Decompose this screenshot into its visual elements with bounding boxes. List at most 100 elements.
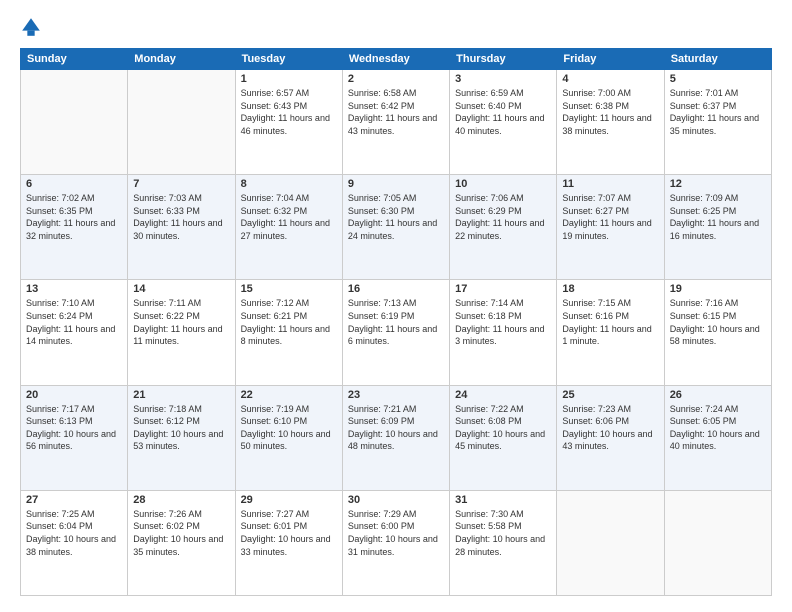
- day-number: 6: [26, 178, 122, 190]
- day-info: Sunrise: 7:03 AM Sunset: 6:33 PM Dayligh…: [133, 192, 229, 242]
- calendar-cell: 19 Sunrise: 7:16 AM Sunset: 6:15 PM Dayli…: [664, 280, 771, 385]
- calendar-week-row: 20 Sunrise: 7:17 AM Sunset: 6:13 PM Dayli…: [21, 385, 772, 490]
- day-number: 22: [241, 389, 337, 401]
- calendar-cell: 2 Sunrise: 6:58 AM Sunset: 6:42 PM Daylig…: [342, 70, 449, 175]
- day-number: 2: [348, 73, 444, 85]
- weekday-header: Sunday: [21, 49, 128, 70]
- day-info: Sunrise: 7:22 AM Sunset: 6:08 PM Dayligh…: [455, 403, 551, 453]
- calendar-cell: 11 Sunrise: 7:07 AM Sunset: 6:27 PM Dayli…: [557, 175, 664, 280]
- weekday-header: Wednesday: [342, 49, 449, 70]
- day-number: 19: [670, 283, 766, 295]
- calendar-week-row: 6 Sunrise: 7:02 AM Sunset: 6:35 PM Daylig…: [21, 175, 772, 280]
- day-info: Sunrise: 7:21 AM Sunset: 6:09 PM Dayligh…: [348, 403, 444, 453]
- day-number: 3: [455, 73, 551, 85]
- calendar-cell: 22 Sunrise: 7:19 AM Sunset: 6:10 PM Dayli…: [235, 385, 342, 490]
- page: SundayMondayTuesdayWednesdayThursdayFrid…: [0, 0, 792, 612]
- day-info: Sunrise: 7:25 AM Sunset: 6:04 PM Dayligh…: [26, 508, 122, 558]
- calendar-cell: 9 Sunrise: 7:05 AM Sunset: 6:30 PM Daylig…: [342, 175, 449, 280]
- calendar-cell: 10 Sunrise: 7:06 AM Sunset: 6:29 PM Dayli…: [450, 175, 557, 280]
- day-info: Sunrise: 7:15 AM Sunset: 6:16 PM Dayligh…: [562, 297, 658, 347]
- day-number: 12: [670, 178, 766, 190]
- calendar-cell: 5Sunrise: 7:01 AM Sunset: 6:37 PM Daylig…: [664, 70, 771, 175]
- calendar-table: SundayMondayTuesdayWednesdayThursdayFrid…: [20, 48, 772, 596]
- day-number: 24: [455, 389, 551, 401]
- calendar-cell: 16 Sunrise: 7:13 AM Sunset: 6:19 PM Dayli…: [342, 280, 449, 385]
- day-number: 1: [241, 73, 337, 85]
- weekday-header: Thursday: [450, 49, 557, 70]
- day-number: 23: [348, 389, 444, 401]
- weekday-header: Tuesday: [235, 49, 342, 70]
- day-number: 20: [26, 389, 122, 401]
- day-info: Sunrise: 7:06 AM Sunset: 6:29 PM Dayligh…: [455, 192, 551, 242]
- day-info: Sunrise: 7:17 AM Sunset: 6:13 PM Dayligh…: [26, 403, 122, 453]
- calendar-cell: 13 Sunrise: 7:10 AM Sunset: 6:24 PM Dayli…: [21, 280, 128, 385]
- logo-icon: [20, 16, 42, 38]
- day-number: 21: [133, 389, 229, 401]
- calendar-cell: 20 Sunrise: 7:17 AM Sunset: 6:13 PM Dayli…: [21, 385, 128, 490]
- day-info: Sunrise: 7:27 AM Sunset: 6:01 PM Dayligh…: [241, 508, 337, 558]
- day-number: 29: [241, 494, 337, 506]
- day-info: Sunrise: 7:09 AM Sunset: 6:25 PM Dayligh…: [670, 192, 766, 242]
- day-number: 15: [241, 283, 337, 295]
- day-number: 16: [348, 283, 444, 295]
- day-info: Sunrise: 7:16 AM Sunset: 6:15 PM Dayligh…: [670, 297, 766, 347]
- day-info: Sunrise: 7:04 AM Sunset: 6:32 PM Dayligh…: [241, 192, 337, 242]
- calendar-cell: 8 Sunrise: 7:04 AM Sunset: 6:32 PM Daylig…: [235, 175, 342, 280]
- day-number: 28: [133, 494, 229, 506]
- calendar-cell: 18 Sunrise: 7:15 AM Sunset: 6:16 PM Dayli…: [557, 280, 664, 385]
- logo: [20, 16, 44, 38]
- day-info: Sunrise: 7:19 AM Sunset: 6:10 PM Dayligh…: [241, 403, 337, 453]
- day-info: Sunrise: 7:26 AM Sunset: 6:02 PM Dayligh…: [133, 508, 229, 558]
- calendar-cell: 31Sunrise: 7:30 AM Sunset: 5:58 PM Dayli…: [450, 490, 557, 595]
- day-info: Sunrise: 7:24 AM Sunset: 6:05 PM Dayligh…: [670, 403, 766, 453]
- calendar-cell: 27Sunrise: 7:25 AM Sunset: 6:04 PM Dayli…: [21, 490, 128, 595]
- calendar-cell: 26Sunrise: 7:24 AM Sunset: 6:05 PM Dayli…: [664, 385, 771, 490]
- calendar-cell: [557, 490, 664, 595]
- day-info: Sunrise: 7:12 AM Sunset: 6:21 PM Dayligh…: [241, 297, 337, 347]
- calendar-week-row: 13 Sunrise: 7:10 AM Sunset: 6:24 PM Dayli…: [21, 280, 772, 385]
- day-info: Sunrise: 7:05 AM Sunset: 6:30 PM Dayligh…: [348, 192, 444, 242]
- calendar-cell: 21 Sunrise: 7:18 AM Sunset: 6:12 PM Dayli…: [128, 385, 235, 490]
- day-number: 25: [562, 389, 658, 401]
- day-info: Sunrise: 7:13 AM Sunset: 6:19 PM Dayligh…: [348, 297, 444, 347]
- calendar-cell: 6 Sunrise: 7:02 AM Sunset: 6:35 PM Daylig…: [21, 175, 128, 280]
- calendar-header-row: SundayMondayTuesdayWednesdayThursdayFrid…: [21, 49, 772, 70]
- day-info: Sunrise: 6:57 AM Sunset: 6:43 PM Dayligh…: [241, 87, 337, 137]
- day-info: Sunrise: 7:01 AM Sunset: 6:37 PM Dayligh…: [670, 87, 766, 137]
- calendar-cell: 29 Sunrise: 7:27 AM Sunset: 6:01 PM Dayli…: [235, 490, 342, 595]
- day-number: 18: [562, 283, 658, 295]
- calendar-cell: 25 Sunrise: 7:23 AM Sunset: 6:06 PM Dayli…: [557, 385, 664, 490]
- calendar-week-row: 27Sunrise: 7:25 AM Sunset: 6:04 PM Dayli…: [21, 490, 772, 595]
- calendar-cell: 15 Sunrise: 7:12 AM Sunset: 6:21 PM Dayli…: [235, 280, 342, 385]
- calendar-cell: [21, 70, 128, 175]
- day-info: Sunrise: 7:07 AM Sunset: 6:27 PM Dayligh…: [562, 192, 658, 242]
- calendar-cell: 12 Sunrise: 7:09 AM Sunset: 6:25 PM Dayli…: [664, 175, 771, 280]
- day-number: 7: [133, 178, 229, 190]
- calendar-cell: [128, 70, 235, 175]
- calendar-cell: 23 Sunrise: 7:21 AM Sunset: 6:09 PM Dayli…: [342, 385, 449, 490]
- day-info: Sunrise: 7:11 AM Sunset: 6:22 PM Dayligh…: [133, 297, 229, 347]
- day-number: 10: [455, 178, 551, 190]
- weekday-header: Saturday: [664, 49, 771, 70]
- calendar-cell: 30Sunrise: 7:29 AM Sunset: 6:00 PM Dayli…: [342, 490, 449, 595]
- weekday-header: Friday: [557, 49, 664, 70]
- calendar-week-row: 1 Sunrise: 6:57 AM Sunset: 6:43 PM Daylig…: [21, 70, 772, 175]
- day-info: Sunrise: 7:14 AM Sunset: 6:18 PM Dayligh…: [455, 297, 551, 347]
- day-number: 8: [241, 178, 337, 190]
- day-info: Sunrise: 7:10 AM Sunset: 6:24 PM Dayligh…: [26, 297, 122, 347]
- calendar-cell: 7 Sunrise: 7:03 AM Sunset: 6:33 PM Daylig…: [128, 175, 235, 280]
- day-info: Sunrise: 7:02 AM Sunset: 6:35 PM Dayligh…: [26, 192, 122, 242]
- calendar-cell: 14Sunrise: 7:11 AM Sunset: 6:22 PM Dayli…: [128, 280, 235, 385]
- day-number: 17: [455, 283, 551, 295]
- calendar-cell: 3Sunrise: 6:59 AM Sunset: 6:40 PM Daylig…: [450, 70, 557, 175]
- day-info: Sunrise: 7:29 AM Sunset: 6:00 PM Dayligh…: [348, 508, 444, 558]
- day-info: Sunrise: 7:23 AM Sunset: 6:06 PM Dayligh…: [562, 403, 658, 453]
- day-info: Sunrise: 6:58 AM Sunset: 6:42 PM Dayligh…: [348, 87, 444, 137]
- day-number: 4: [562, 73, 658, 85]
- day-info: Sunrise: 7:18 AM Sunset: 6:12 PM Dayligh…: [133, 403, 229, 453]
- day-number: 9: [348, 178, 444, 190]
- weekday-header: Monday: [128, 49, 235, 70]
- calendar-cell: 17 Sunrise: 7:14 AM Sunset: 6:18 PM Dayli…: [450, 280, 557, 385]
- day-number: 13: [26, 283, 122, 295]
- day-number: 11: [562, 178, 658, 190]
